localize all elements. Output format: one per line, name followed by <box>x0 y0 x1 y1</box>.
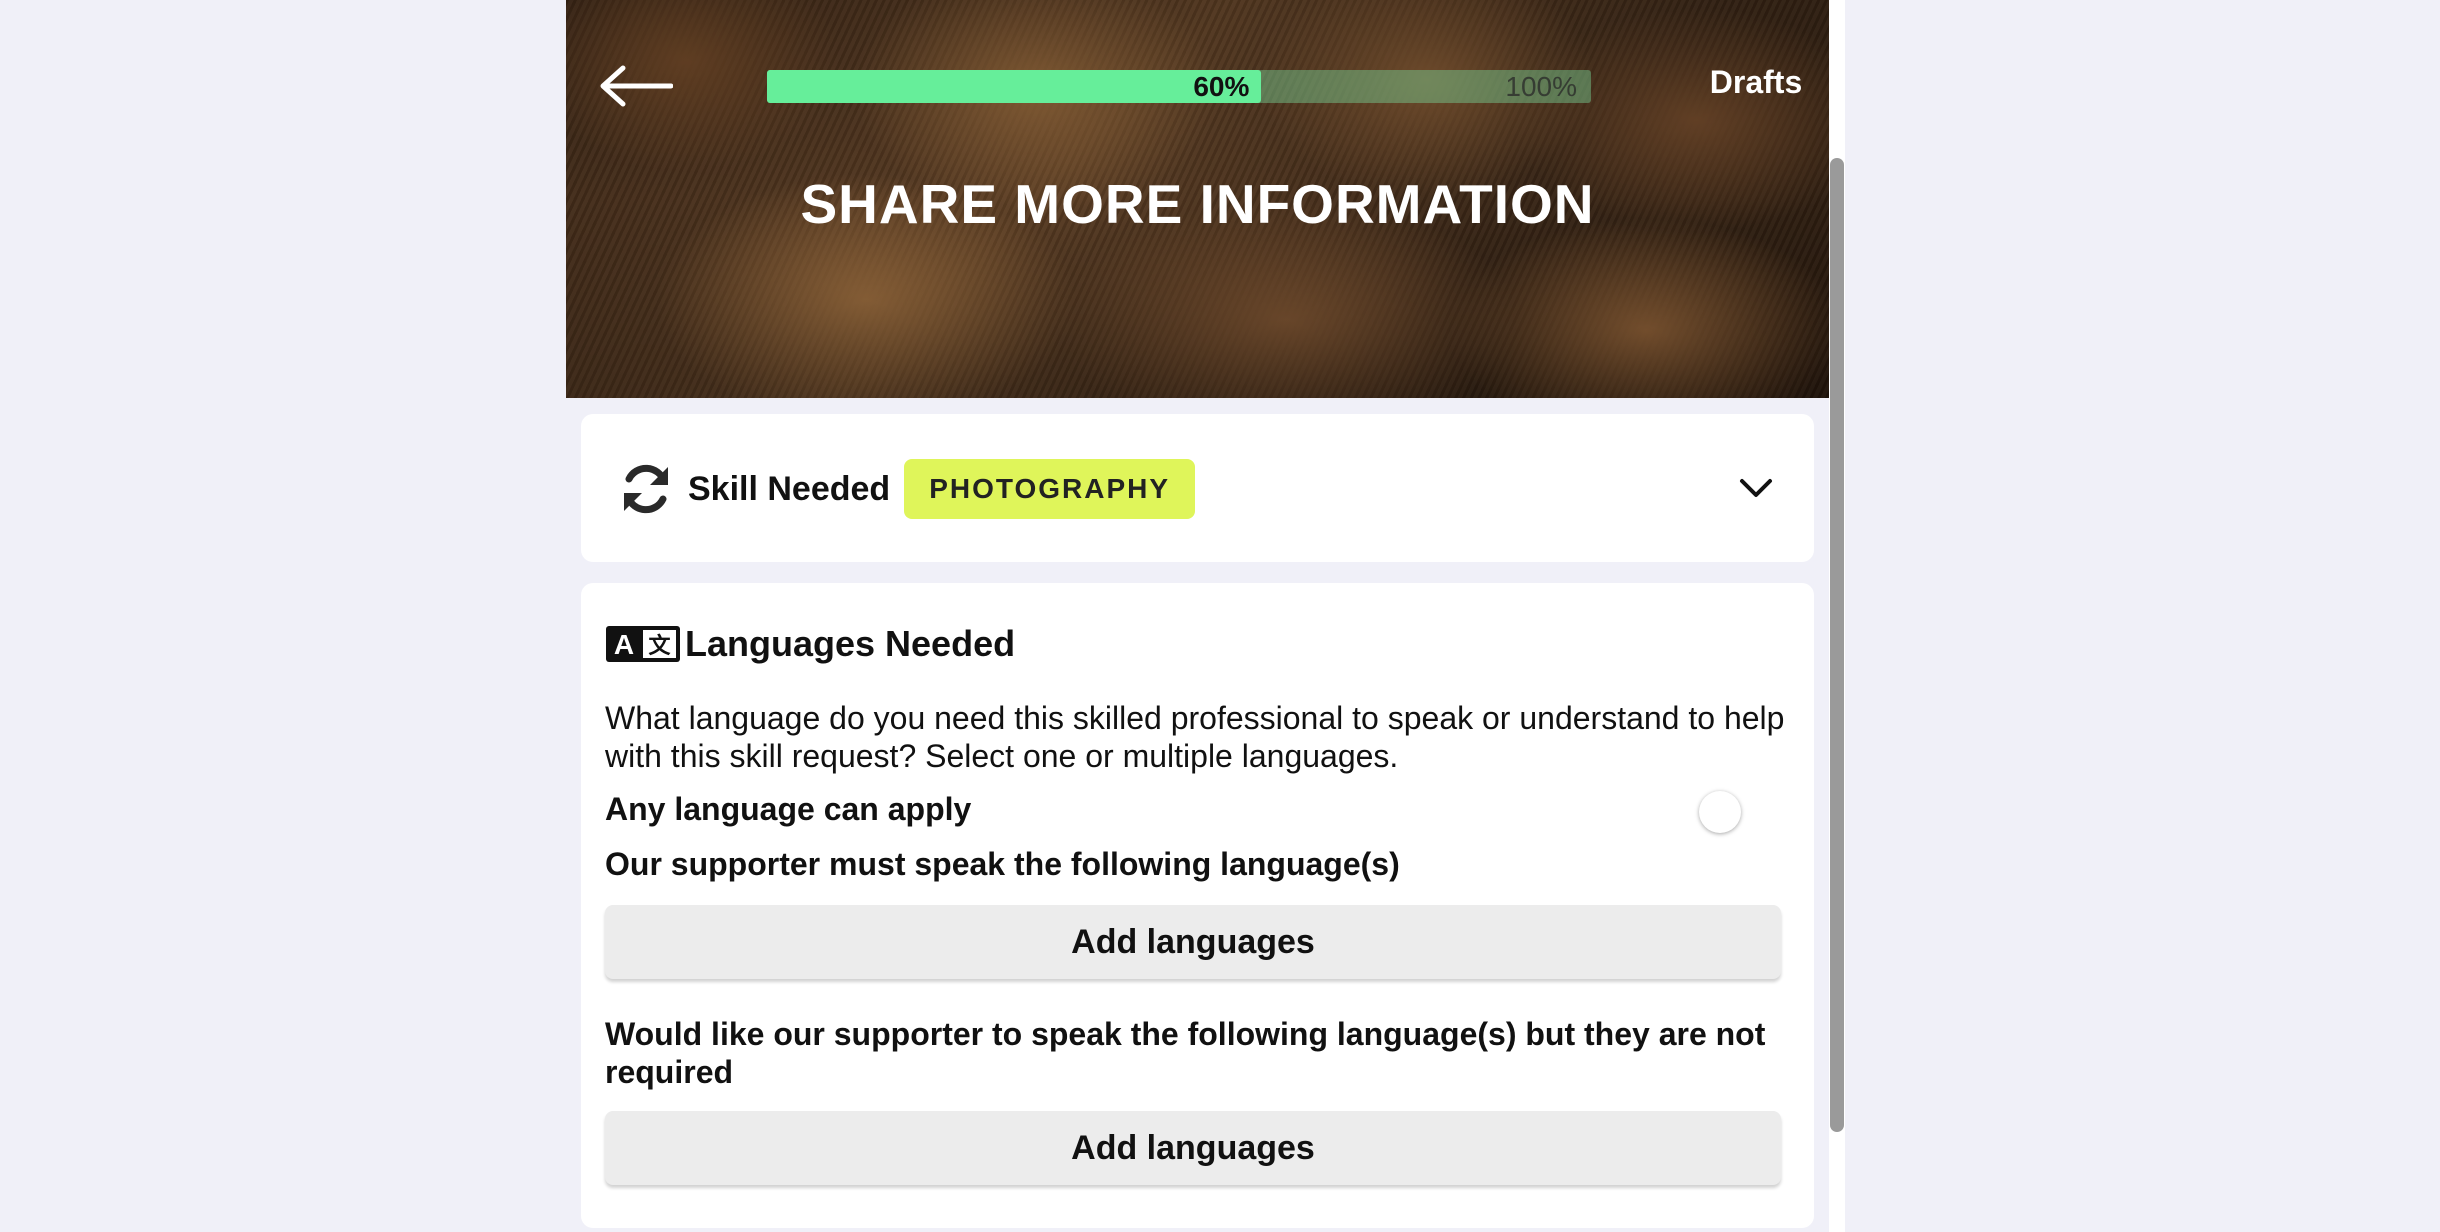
add-required-languages-button[interactable]: Add languages <box>605 905 1781 979</box>
skill-card[interactable]: Skill Needed PHOTOGRAPHY <box>581 414 1814 562</box>
svg-text:A: A <box>614 629 634 660</box>
add-optional-languages-button[interactable]: Add languages <box>605 1111 1781 1185</box>
progress-total-label: 100% <box>1505 71 1577 102</box>
progress-fill <box>767 70 1262 103</box>
chevron-down-icon[interactable] <box>1736 468 1776 508</box>
skill-tag: PHOTOGRAPHY <box>904 459 1196 519</box>
drafts-button[interactable]: Drafts <box>1686 64 1826 101</box>
must-speak-label: Our supporter must speak the following l… <box>605 846 1400 882</box>
would-like-label: Would like our supporter to speak the fo… <box>605 1016 1766 1090</box>
refresh-icon <box>624 464 668 514</box>
languages-title: Languages Needed <box>685 623 1016 664</box>
skill-row: Skill Needed PHOTOGRAPHY <box>618 459 1196 519</box>
progress-bar: 60% 100% <box>767 70 1591 103</box>
svg-text:文: 文 <box>648 633 671 659</box>
app-window: 60% 100% Drafts SHARE MORE INFORMATION S… <box>566 0 1829 1232</box>
skill-label: Skill Needed <box>688 469 891 508</box>
languages-header: A 文 Languages Needed <box>605 623 1015 665</box>
hero-banner: 60% 100% Drafts SHARE MORE INFORMATION <box>566 0 1829 398</box>
page-title: SHARE MORE INFORMATION <box>800 173 1595 235</box>
any-language-toggle[interactable] <box>1699 791 1741 833</box>
any-language-label: Any language can apply <box>605 791 972 827</box>
arrow-left-icon <box>600 65 673 107</box>
languages-description: What language do you need this skilled p… <box>605 700 1785 774</box>
back-button[interactable] <box>596 58 676 114</box>
scrollbar-thumb[interactable] <box>1830 158 1844 1132</box>
progress-current-label: 60% <box>1193 71 1250 102</box>
languages-card: A 文 Languages Needed What language do yo… <box>581 583 1814 1228</box>
translate-icon: A 文 <box>606 626 680 662</box>
